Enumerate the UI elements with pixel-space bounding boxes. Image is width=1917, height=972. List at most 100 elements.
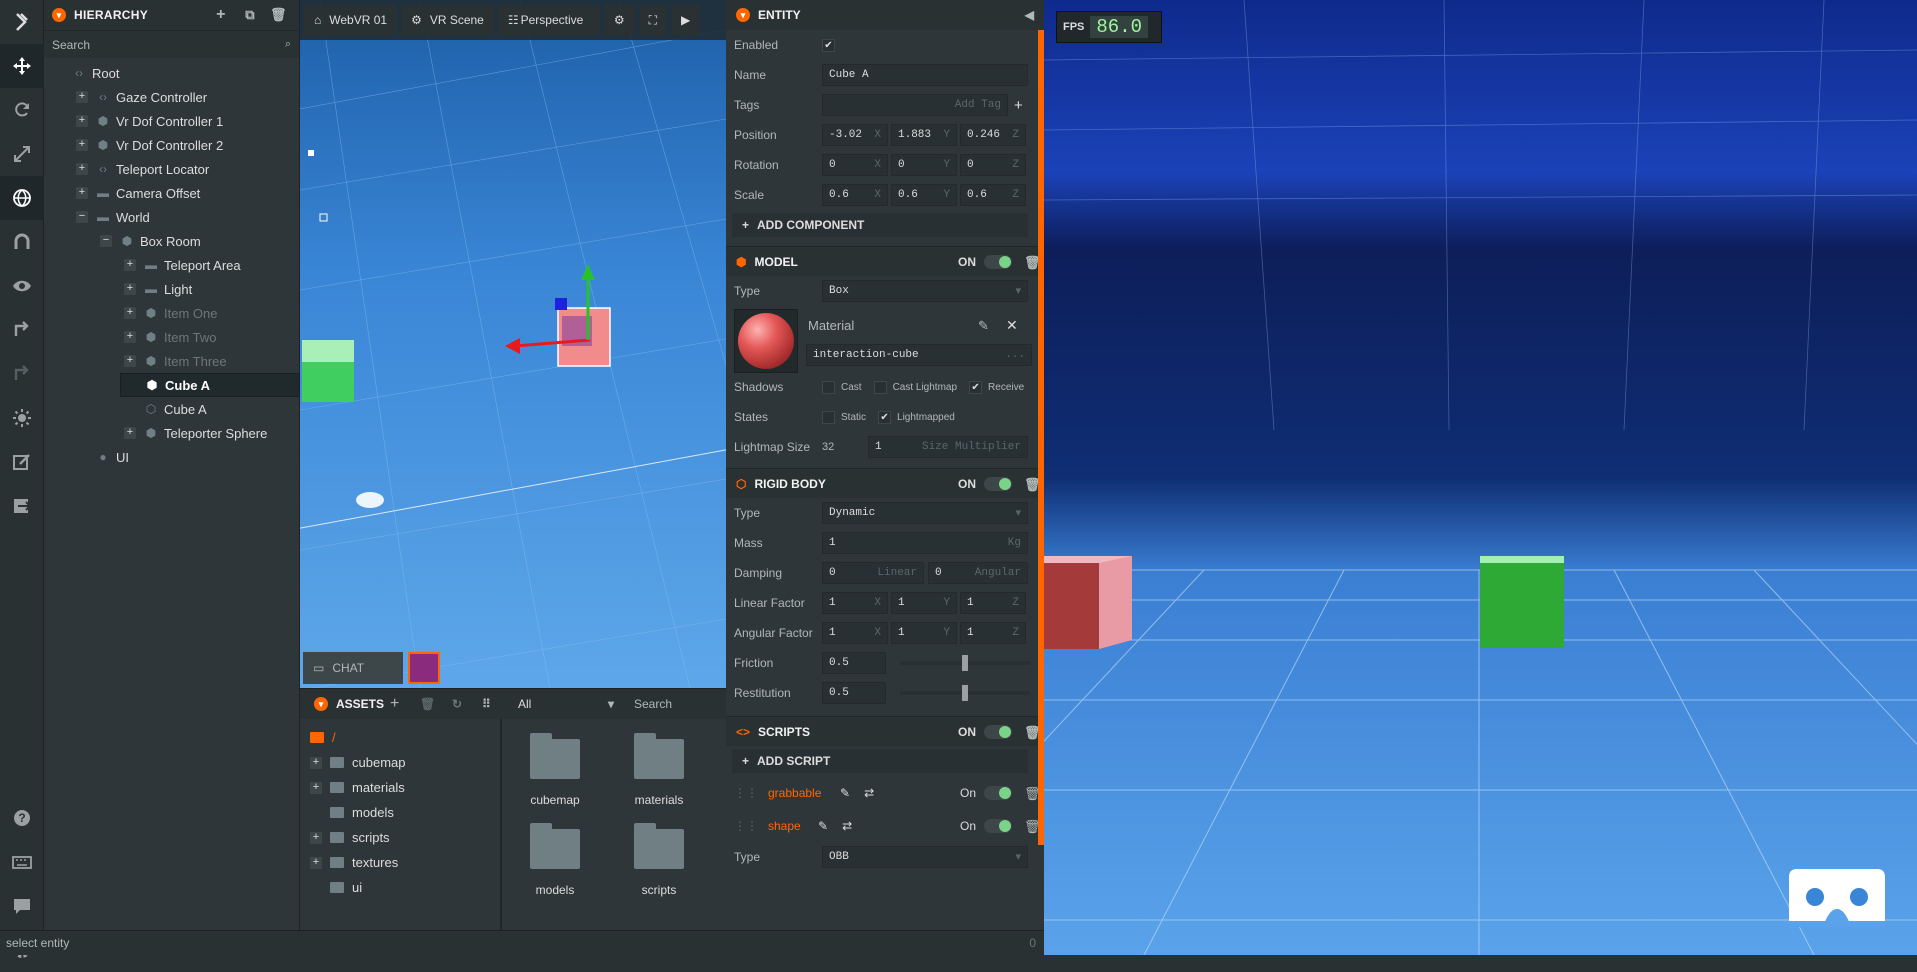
move-icon[interactable]: [0, 44, 44, 88]
script-toggle[interactable]: On: [960, 785, 1012, 800]
add-component-button[interactable]: + ADD COMPONENT: [732, 213, 1028, 237]
hierarchy-item[interactable]: ⬢ Cube A: [120, 373, 300, 397]
asset-tile[interactable]: materials: [614, 733, 704, 807]
add-entity-icon[interactable]: +: [213, 7, 229, 23]
hierarchy-item[interactable]: + ⬢ Item One: [44, 301, 299, 325]
hierarchy-item[interactable]: + ⬢ Teleporter Sphere: [44, 421, 299, 445]
scale-field[interactable]: 0.6 X: [822, 184, 888, 206]
asset-tile[interactable]: cubemap: [510, 733, 600, 807]
toggle-switch[interactable]: [984, 254, 1012, 269]
collapse-toggle-icon[interactable]: −: [100, 235, 112, 247]
vr-headset-icon[interactable]: [1789, 869, 1885, 927]
expand-toggle-icon[interactable]: +: [124, 331, 136, 343]
asset-filter[interactable]: All: [518, 697, 608, 711]
asset-tile[interactable]: scripts: [614, 823, 704, 897]
swap-icon[interactable]: ⇄: [864, 786, 874, 800]
collapse-panel-icon[interactable]: ◀: [1025, 8, 1034, 22]
script-toggle[interactable]: On: [960, 818, 1012, 833]
keyboard-icon[interactable]: [0, 840, 44, 884]
hierarchy-search[interactable]: Search ⌕: [44, 30, 299, 58]
refresh-icon[interactable]: ↻: [452, 697, 482, 711]
material-field[interactable]: interaction-cube...: [806, 344, 1032, 366]
expand-toggle-icon[interactable]: +: [76, 187, 88, 199]
damping-angular-field[interactable]: 0 Angular: [928, 562, 1028, 584]
rigidbody-type-select[interactable]: Dynamic ▾: [822, 502, 1028, 524]
edit-icon[interactable]: ✎: [818, 819, 828, 833]
mass-field[interactable]: 1 Kg: [822, 532, 1028, 554]
redo-icon[interactable]: [0, 308, 44, 352]
rotation-field[interactable]: 0X: [822, 154, 888, 176]
model-toggle[interactable]: ON: [958, 254, 1012, 269]
trash-icon[interactable]: 🗑: [1024, 725, 1041, 740]
launch-button[interactable]: ▶: [671, 5, 701, 35]
cast-checkbox[interactable]: [822, 380, 835, 394]
scripts-toggle[interactable]: ON: [958, 724, 1012, 739]
drag-handle-icon[interactable]: ⋮⋮: [734, 819, 758, 833]
linear-factor-field[interactable]: 1X: [822, 592, 888, 614]
hierarchy-item[interactable]: + ‹› Teleport Locator: [44, 157, 299, 181]
duplicate-icon[interactable]: ⧉: [242, 7, 258, 23]
fullscreen-button[interactable]: ⛶: [638, 5, 668, 35]
expand-toggle-icon[interactable]: +: [76, 115, 88, 127]
rotation-field[interactable]: 0Y: [891, 154, 957, 176]
cast-lightmap-checkbox[interactable]: [873, 380, 887, 394]
drag-handle-icon[interactable]: ⋮⋮: [734, 786, 758, 800]
damping-linear-field[interactable]: 0 Linear: [822, 562, 924, 584]
hierarchy-item[interactable]: − ▬ World: [44, 205, 299, 229]
asset-tree-root[interactable]: /: [310, 725, 500, 750]
collapse-icon[interactable]: ▾: [52, 8, 66, 22]
expand-toggle-icon[interactable]: +: [124, 283, 136, 295]
edit-icon[interactable]: ✎: [978, 318, 989, 334]
expand-toggle-icon[interactable]: +: [124, 259, 136, 271]
asset-folder[interactable]: + materials: [310, 775, 500, 800]
hierarchy-item[interactable]: + ⬢ Item Three: [44, 349, 299, 373]
toggle-switch[interactable]: [984, 818, 1012, 833]
rotate-icon[interactable]: [0, 88, 44, 132]
light-icon[interactable]: [0, 396, 44, 440]
expand-toggle-icon[interactable]: +: [310, 831, 322, 844]
expand-toggle-icon[interactable]: +: [76, 139, 88, 151]
hierarchy-item[interactable]: + ▬ Teleport Area: [44, 253, 299, 277]
close-icon[interactable]: ✕: [1006, 317, 1018, 334]
add-tag-icon[interactable]: +: [1014, 97, 1023, 114]
hierarchy-item[interactable]: + ▬ Light: [44, 277, 299, 301]
linear-factor-field[interactable]: 1Z: [960, 592, 1026, 614]
export-icon[interactable]: [0, 484, 44, 528]
game-view[interactable]: [1044, 0, 1917, 955]
script-name[interactable]: grabbable: [768, 786, 840, 800]
hierarchy-item[interactable]: ‹› Root: [44, 61, 299, 85]
tags-field[interactable]: Add Tag: [822, 94, 1008, 116]
asset-tile[interactable]: models: [510, 823, 600, 897]
expand-toggle-icon[interactable]: +: [124, 355, 136, 367]
angular-factor-field[interactable]: 1Z: [960, 622, 1026, 644]
hierarchy-search-input[interactable]: Search: [52, 38, 90, 52]
angular-factor-field[interactable]: 1X: [822, 622, 888, 644]
asset-folder[interactable]: + cubemap: [310, 750, 500, 775]
expand-toggle-icon[interactable]: +: [310, 756, 322, 769]
chevron-down-icon[interactable]: ▾: [608, 697, 634, 711]
toggle-switch[interactable]: [984, 476, 1012, 491]
friction-slider[interactable]: [900, 655, 1030, 671]
expand-toggle-icon[interactable]: +: [124, 427, 136, 439]
asset-folder[interactable]: + scripts: [310, 825, 500, 850]
delete-asset-icon[interactable]: 🗑: [420, 697, 452, 711]
add-asset-icon[interactable]: +: [390, 695, 420, 713]
restitution-slider[interactable]: [900, 685, 1030, 701]
rotation-field[interactable]: 0Z: [960, 154, 1026, 176]
script-name[interactable]: shape: [768, 819, 818, 833]
model-type-select[interactable]: Box ▾: [822, 280, 1028, 302]
help-icon[interactable]: ?: [0, 796, 44, 840]
expand-toggle-icon[interactable]: +: [310, 856, 322, 869]
camera-dropdown[interactable]: ☷ Perspective: [497, 5, 600, 35]
asset-folder[interactable]: + textures: [310, 850, 500, 875]
hierarchy-item[interactable]: + ▬ Camera Offset: [44, 181, 299, 205]
size-multiplier-field[interactable]: 1 Size Multiplier: [868, 436, 1028, 458]
position-field[interactable]: 0.246 Z: [960, 124, 1026, 146]
scale-field[interactable]: 0.6 Z: [960, 184, 1026, 206]
trash-icon[interactable]: 🗑: [1024, 477, 1041, 492]
trash-icon[interactable]: 🗑: [1024, 819, 1041, 834]
add-script-button[interactable]: + ADD SCRIPT: [732, 749, 1028, 773]
edit-icon[interactable]: ✎: [840, 786, 850, 800]
enabled-checkbox[interactable]: ✔: [822, 38, 835, 52]
expand-toggle-icon[interactable]: +: [124, 307, 136, 319]
